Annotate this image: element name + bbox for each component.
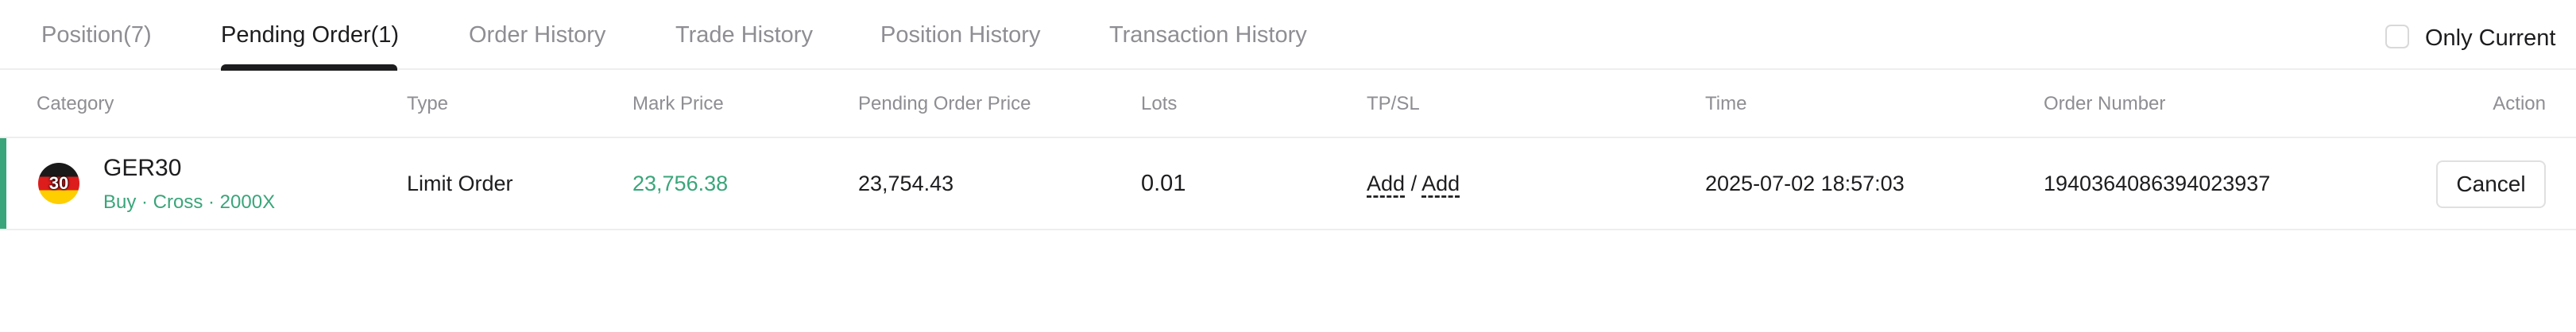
column-header-time: Time (1705, 93, 1747, 114)
only-current-label: Only Current (2425, 25, 2556, 51)
column-header-mark-price: Mark Price (632, 93, 724, 114)
mark-price: 23,756.38 (632, 172, 729, 195)
tab-bar: Position(7) Pending Order(1) Order Histo… (0, 0, 2576, 71)
order-side-margin-leverage: Buy · Cross · 2000X (103, 191, 276, 213)
add-take-profit-link[interactable]: Add (1367, 172, 1405, 195)
order-number: 1940364086394023937 (2044, 172, 2271, 195)
germany-flag-icon: 30 (38, 163, 79, 204)
tab-position-history[interactable]: Position History (880, 21, 1040, 49)
order-time: 2025-07-02 18:57:03 (1705, 172, 1905, 195)
tab-trade-history[interactable]: Trade History (675, 21, 813, 49)
symbol-icon-label: 30 (48, 173, 69, 193)
order-type: Limit Order (407, 172, 513, 195)
lots-value: 0.01 (1141, 171, 1186, 196)
pending-order-price: 23,754.43 (858, 172, 954, 195)
buy-side-indicator (0, 138, 6, 229)
column-header-order-number: Order Number (2044, 93, 2166, 114)
tab-position[interactable]: Position(7) (41, 21, 152, 49)
column-header-action: Action (2493, 93, 2546, 114)
column-header-lots: Lots (1141, 93, 1178, 114)
tp-sl-group: Add / Add (1367, 170, 1460, 197)
tab-pending-order[interactable]: Pending Order(1) (221, 21, 399, 49)
tab-transaction-history[interactable]: Transaction History (1109, 21, 1307, 49)
add-stop-loss-link[interactable]: Add (1421, 172, 1460, 195)
column-header-type: Type (407, 93, 449, 114)
column-header-pending-order-price: Pending Order Price (858, 93, 1031, 114)
cancel-order-button[interactable]: Cancel (2436, 160, 2546, 208)
tab-order-history[interactable]: Order History (469, 21, 605, 49)
column-header-tp-sl: TP/SL (1367, 93, 1420, 114)
tp-sl-separator: / (1410, 172, 1418, 195)
table-header: Category Type Mark Price Pending Order P… (0, 70, 2576, 138)
column-header-category: Category (37, 93, 114, 114)
symbol-name: GER30 (103, 155, 182, 181)
table-row: 30 GER30 Buy · Cross · 2000X Limit Order… (0, 138, 2576, 230)
only-current-checkbox[interactable] (2385, 25, 2409, 48)
